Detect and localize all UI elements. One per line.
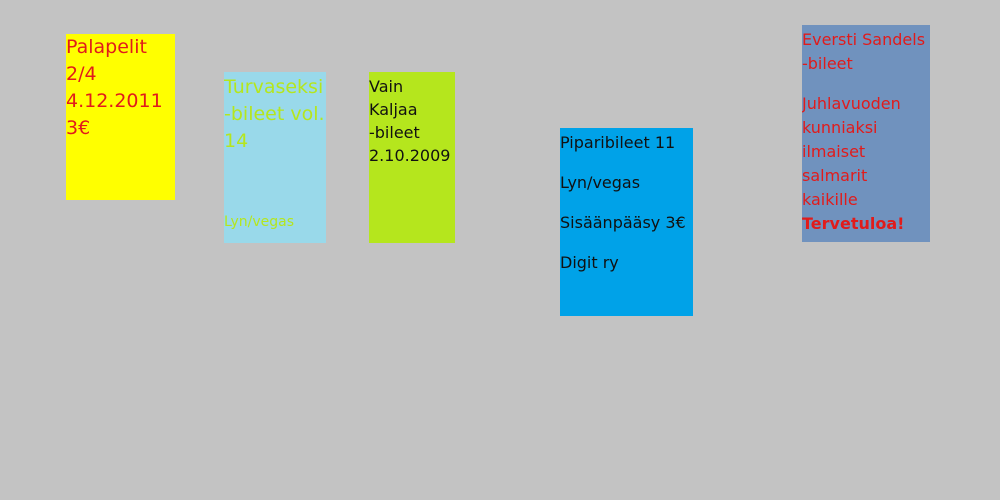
note-line: ilmaiset xyxy=(802,142,866,161)
note-gap xyxy=(802,76,930,92)
note-piparibileet: Piparibileet 11 Lyn/vegas Sisäänpääsy 3€… xyxy=(560,128,693,316)
note-line: Juhlavuoden xyxy=(802,94,901,113)
note-bold-line: Tervetuloa! xyxy=(802,214,905,233)
note-line: 2.10.2009 xyxy=(369,146,451,165)
note-line: Eversti Sandels xyxy=(802,30,926,49)
canvas: { "notes": [ { "id": "note-1", "bg": "#f… xyxy=(0,0,1000,500)
note-line: 3€ xyxy=(66,117,91,139)
note-line: 2/4 xyxy=(66,63,97,85)
note-line: 14 xyxy=(224,130,249,152)
note-palapelit: Palapelit 2/4 4.12.2011 3€ xyxy=(66,34,175,200)
note-line: Palapelit xyxy=(66,36,147,58)
note-line: -bileet xyxy=(802,54,853,73)
note-line: Vain xyxy=(369,77,404,96)
note-line: Lyn/vegas xyxy=(560,173,641,192)
note-gap xyxy=(560,195,693,211)
note-line: -bileet xyxy=(369,123,420,142)
note-line: salmarit xyxy=(802,166,868,185)
note-gap xyxy=(560,155,693,171)
note-line: Digit ry xyxy=(560,253,619,272)
note-line: Sisäänpääsy 3€ xyxy=(560,213,686,232)
note-line: Turvaseksi xyxy=(224,76,324,98)
note-line: 4.12.2011 xyxy=(66,90,163,112)
note-gap xyxy=(560,235,693,251)
note-turvaseksi-bileet: Turvaseksi -bileet vol. 14 Lyn/vegas xyxy=(224,72,326,243)
note-line: -bileet vol. xyxy=(224,103,325,125)
note-vain-kaljaa-bileet: Vain Kaljaa -bileet 2.10.2009 xyxy=(369,72,455,243)
note-footer: Lyn/vegas xyxy=(224,214,295,230)
note-line: kaikille xyxy=(802,190,858,209)
note-line: Kaljaa xyxy=(369,100,418,119)
note-line: Piparibileet 11 xyxy=(560,133,676,152)
note-line: kunniaksi xyxy=(802,118,878,137)
note-eversti-sandels-bileet: Eversti Sandels -bileet Juhlavuoden kunn… xyxy=(802,25,930,242)
